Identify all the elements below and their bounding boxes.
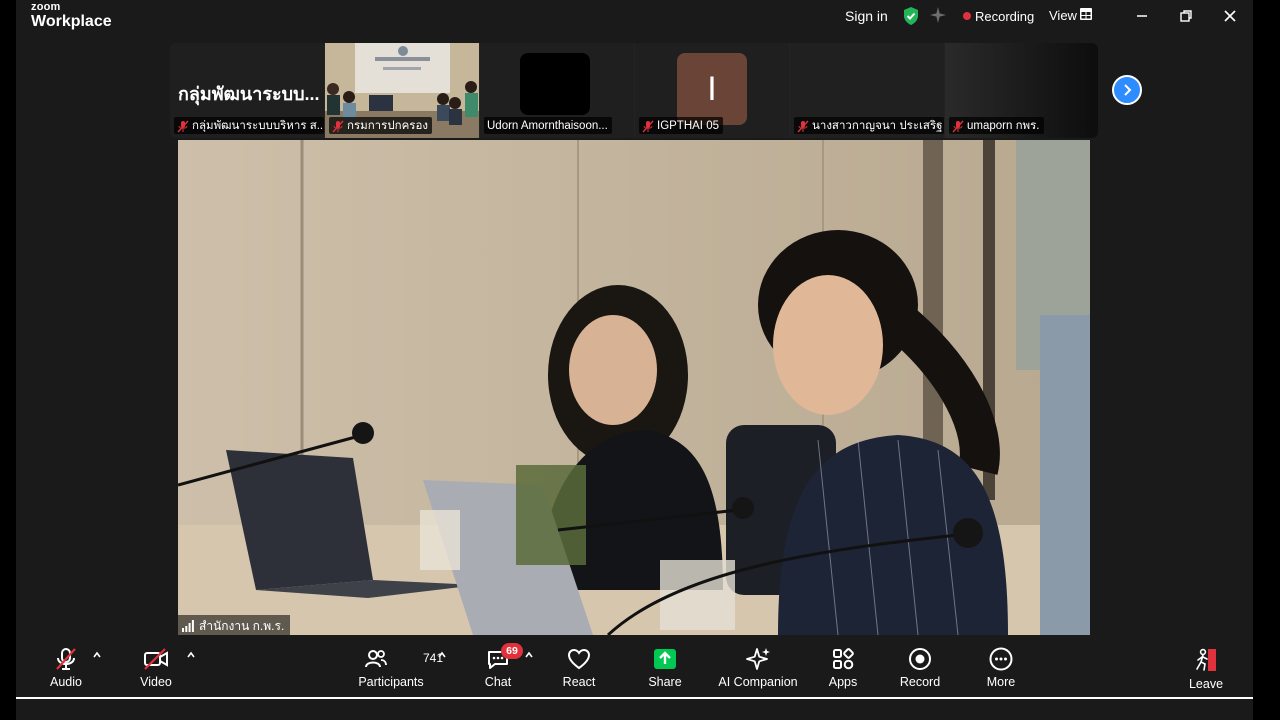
share-button[interactable]: Share (645, 637, 685, 697)
sign-in-link[interactable]: Sign in (845, 8, 888, 24)
leave-door-icon (1196, 648, 1216, 671)
apps-label: Apps (828, 675, 858, 689)
chat-label: Chat (484, 675, 512, 689)
participant-thumbnail-strip: กลุ่มพัฒนาระบบ... กลุ่มพัฒนาระบบบริหาร ส… (170, 43, 1098, 138)
more-dots-icon (989, 647, 1013, 671)
view-menu[interactable]: View (1049, 8, 1077, 23)
participant-name-label: กลุ่มพัฒนาระบบบริหาร ส... (174, 117, 324, 134)
participant-tile[interactable]: กรมการปกครอง (325, 43, 479, 138)
avatar-letter: I (707, 69, 717, 108)
chat-options-caret-icon[interactable] (524, 651, 534, 659)
security-shield-icon[interactable] (902, 6, 920, 26)
apps-button[interactable]: Apps (823, 637, 863, 697)
ai-companion-button[interactable]: AI Companion (718, 637, 798, 697)
video-off-icon (144, 648, 168, 670)
participant-name: นางสาวกาญจนา ประเสริฐ ... (812, 120, 944, 132)
heart-icon (567, 648, 591, 670)
participant-name-label: กรมการปกครอง (329, 117, 432, 134)
participant-name-label: นางสาวกาญจนา ประเสริฐ ... (794, 117, 944, 134)
participant-name-label: umaporn กพร. (949, 117, 1044, 134)
ai-companion-label: AI Companion (718, 675, 798, 689)
recording-dot-icon (963, 12, 971, 20)
share-screen-icon (654, 649, 676, 669)
participant-name-label: Udorn Amornthaisoon... (484, 117, 612, 134)
participant-name: Udorn Amornthaisoon... (487, 120, 608, 132)
mic-muted-icon (332, 120, 344, 132)
signal-strength-icon (182, 620, 194, 632)
minimize-icon[interactable] (1132, 6, 1152, 26)
video-label: Video (140, 675, 172, 689)
meeting-controls-toolbar: Audio Video Participants 741 Chat 69 Rea… (16, 637, 1253, 697)
video-options-caret-icon[interactable] (186, 651, 196, 659)
speaker-name: สำนักงาน ก.พ.ร. (199, 618, 285, 633)
participant-name: umaporn กพร. (967, 120, 1040, 132)
participant-name: กรมการปกครอง (347, 120, 428, 132)
participant-display-text: กลุ่มพัฒนาระบบ... (178, 84, 320, 104)
mic-muted-icon (642, 120, 654, 132)
recording-indicator[interactable]: Recording (975, 9, 1034, 24)
participant-name: IGPTHAI 05 (657, 120, 719, 132)
restore-icon[interactable] (1176, 6, 1196, 26)
speaker-name-label: สำนักงาน ก.พ.ร. (178, 615, 291, 635)
mic-muted-icon (177, 120, 189, 132)
more-label: More (986, 675, 1016, 689)
audio-button[interactable]: Audio (46, 637, 86, 697)
ai-sparkle-icon (746, 648, 770, 670)
toolbar-divider (16, 697, 1253, 699)
close-icon[interactable] (1220, 6, 1240, 26)
video-button[interactable]: Video (136, 637, 176, 697)
participant-name-label: IGPTHAI 05 (639, 117, 723, 134)
participant-tile[interactable]: umaporn กพร. (945, 43, 1098, 138)
record-label: Record (899, 675, 941, 689)
react-label: React (562, 675, 596, 689)
next-page-button[interactable] (1112, 75, 1142, 105)
title-bar: zoom Workplace Sign in Recording View (16, 0, 1253, 40)
video-off-placeholder (520, 53, 590, 115)
mic-muted-icon (56, 648, 76, 670)
audio-label: Audio (50, 675, 82, 689)
participant-tile[interactable]: Udorn Amornthaisoon... (480, 43, 634, 138)
brand-large: Workplace (31, 13, 112, 30)
participant-tile[interactable]: กลุ่มพัฒนาระบบ... กลุ่มพัฒนาระบบบริหาร ส… (170, 43, 324, 138)
leave-button[interactable]: Leave (1186, 637, 1226, 697)
mic-muted-icon (797, 120, 809, 132)
active-speaker-video[interactable]: สำนักงาน ก.พ.ร. (178, 140, 1090, 635)
more-button[interactable]: More (981, 637, 1021, 697)
participant-name: กลุ่มพัฒนาระบบบริหาร ส... (192, 120, 324, 132)
react-button[interactable]: React (559, 637, 599, 697)
record-button[interactable]: Record (900, 637, 940, 697)
chat-unread-badge: 69 (501, 643, 523, 659)
participants-options-caret-icon[interactable] (437, 651, 447, 659)
grid-view-icon[interactable] (1080, 8, 1092, 20)
participants-label: Participants (358, 675, 424, 689)
leave-label: Leave (1188, 677, 1224, 691)
meeting-room-scene (178, 140, 1090, 635)
participants-button[interactable]: Participants (356, 637, 426, 697)
participant-tile[interactable]: I IGPTHAI 05 (635, 43, 789, 138)
record-icon (909, 648, 931, 670)
zoom-workplace-logo: zoom Workplace (31, 2, 112, 30)
audio-options-caret-icon[interactable] (92, 651, 102, 659)
participants-icon (365, 650, 387, 668)
chevron-right-icon (1124, 84, 1132, 96)
share-label: Share (648, 675, 682, 689)
apps-icon (833, 648, 854, 670)
avatar: I (677, 53, 747, 125)
brand-small: zoom (31, 1, 61, 13)
mic-muted-icon (952, 120, 964, 132)
ai-sparkle-icon[interactable] (930, 7, 946, 23)
participant-tile[interactable]: นางสาวกาญจนา ประเสริฐ ... (790, 43, 944, 138)
